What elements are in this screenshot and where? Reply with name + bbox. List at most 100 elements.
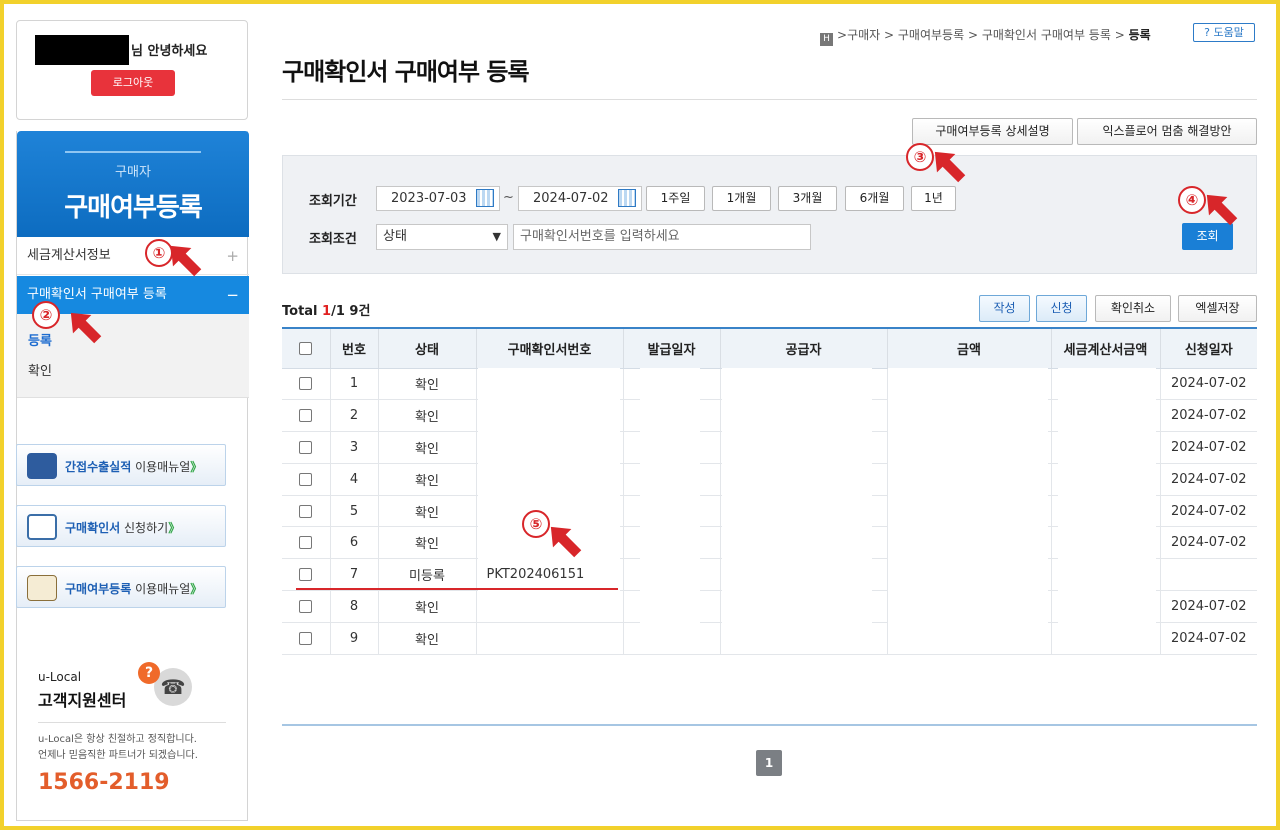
total-count: Total 1/1 9건 [282,300,370,319]
breadcrumb-item[interactable]: 구매자 [847,28,880,42]
support-description: u-Local은 항상 친절하고 정직합니다. 언제나 믿음직한 파트너가 되겠… [38,732,238,764]
cancel-confirm-button[interactable]: 확인취소 [1095,295,1171,322]
pagination-page-1[interactable]: 1 [756,750,782,776]
table-header-row: 번호 상태 구매확인서번호 발급일자 공급자 금액 세금계산서금액 신청일자 [282,327,1257,369]
row-checkbox[interactable] [299,377,313,391]
row-request-date: 2024-07-02 [1159,495,1257,528]
chevron-right-icon: 》 [190,460,203,474]
breadcrumb-item[interactable]: 구매여부등록 [898,28,964,42]
support-desc-line: 언제나 믿음직한 파트너가 되겠습니다. [38,750,198,761]
row-request-date: 2024-07-02 [1159,368,1257,401]
column-header: 구매확인서번호 [475,327,623,369]
row-number: 9 [329,622,378,655]
row-status: 확인 [377,590,476,623]
period-1month-button[interactable]: 1개월 [712,186,771,211]
redaction-overlay [888,368,1048,638]
row-checkbox[interactable] [299,568,313,582]
status-select-value: 상태 [383,229,407,244]
row-request-date: 2024-07-02 [1159,463,1257,496]
write-button[interactable]: 작성 [979,295,1030,322]
total-prefix: Total [282,304,323,319]
redaction-overlay [722,368,872,638]
certificate-number-input[interactable]: 구매확인서번호를 입력하세요 [513,224,811,250]
excel-save-button[interactable]: 엑셀저장 [1178,295,1257,322]
row-number: 8 [329,590,378,623]
row-number: 3 [329,431,378,464]
row-number: 5 [329,495,378,528]
select-all-cell [282,327,330,369]
apply-button[interactable]: 신청 [1036,295,1087,322]
period-6month-button[interactable]: 6개월 [845,186,904,211]
row-checkbox[interactable] [299,440,313,454]
ie-fix-button[interactable]: 익스플로어 멈춤 해결방안 [1077,118,1257,145]
book-icon [27,575,57,601]
arrow-icon [170,245,202,277]
row-cert-link[interactable] [475,622,623,655]
banner-export-manual[interactable]: 간접수출실적 이용매뉴얼》 [16,444,226,486]
row-status: 확인 [377,399,476,433]
column-header: 발급일자 [622,327,720,369]
row-checkbox[interactable] [299,536,313,550]
row-checkbox[interactable] [299,409,313,423]
export-icon [27,453,57,479]
total-suffix: /1 9건 [331,304,371,319]
row-checkbox[interactable] [299,504,313,518]
help-button[interactable]: ? 도움말 [1193,23,1255,42]
sidebar-item-label: 세금계산서정보 [27,248,111,263]
condition-label: 조회조건 [309,232,357,247]
annotation-underline [296,588,618,590]
row-number: 6 [329,526,378,560]
title-divider [282,99,1257,100]
date-separator: ~ [503,190,514,205]
banner-strong: 구매여부등록 [65,582,132,596]
sidebar-item-label: 구매확인서 구매여부 등록 [27,287,167,302]
chevron-right-icon: 》 [190,582,203,596]
row-status: 확인 [377,463,476,496]
sidebar-item-tax-invoice[interactable]: 세금계산서정보 + [17,237,249,275]
row-checkbox[interactable] [299,631,313,645]
banner-rest: 이용매뉴얼 [131,582,191,596]
submenu-confirm[interactable]: 확인 [28,360,52,379]
home-icon[interactable]: H [820,33,833,46]
support-phone-icon: ☎ ? [138,662,192,708]
arrow-icon [1206,194,1238,226]
row-checkbox[interactable] [299,472,313,486]
row-request-date: 2024-07-02 [1159,590,1257,623]
select-all-checkbox[interactable] [299,341,313,355]
search-panel: 조회기간 2023-07-03 ~ 2024-07-02 1주일 1개월 3개월… [282,155,1257,274]
redaction-overlay [640,368,700,638]
calendar-icon[interactable] [618,189,636,207]
submenu-register[interactable]: 등록 [28,330,52,349]
period-1week-button[interactable]: 1주일 [646,186,705,211]
user-greeting: 님 안녕하세요 [131,44,208,59]
column-header: 공급자 [719,327,887,369]
banner-register-manual[interactable]: 구매여부등록 이용매뉴얼》 [16,566,226,608]
breadcrumb-current: 등록 [1128,28,1151,42]
row-checkbox[interactable] [299,599,313,613]
row-request-date: 2024-07-02 [1159,431,1257,464]
redaction-overlay [1058,368,1156,638]
breadcrumb-item[interactable]: 구매확인서 구매여부 등록 [982,28,1111,42]
calendar-icon[interactable] [476,189,494,207]
status-select[interactable]: 상태 ▼ [376,224,508,250]
column-header: 신청일자 [1159,327,1257,369]
user-info-box: 님 안녕하세요 로그아웃 [16,20,248,120]
help-label: 도움말 [1213,26,1244,39]
row-status: 미등록 [377,558,476,592]
footer-divider [282,724,1257,726]
arrow-icon [70,312,102,344]
sidebar-category: 구매자 [115,165,151,180]
support-desc-line: u-Local은 항상 친절하고 정직합니다. [38,734,197,745]
redacted-username [35,35,129,65]
breadcrumb: H >구매자 > 구매여부등록 > 구매확인서 구매여부 등록 > 등록 [820,26,1151,46]
page-title: 구매확인서 구매여부 등록 [282,58,530,86]
arrow-icon [550,526,582,558]
banner-apply-certificate[interactable]: 구매확인서 신청하기》 [16,505,226,547]
collapse-icon: − [226,286,239,304]
row-status: 확인 [377,431,476,464]
chevron-right-icon: 》 [168,521,181,535]
support-brand: u-Local [38,670,82,684]
row-status: 확인 [377,526,476,560]
period-3month-button[interactable]: 3개월 [778,186,837,211]
logout-button[interactable]: 로그아웃 [91,70,175,96]
